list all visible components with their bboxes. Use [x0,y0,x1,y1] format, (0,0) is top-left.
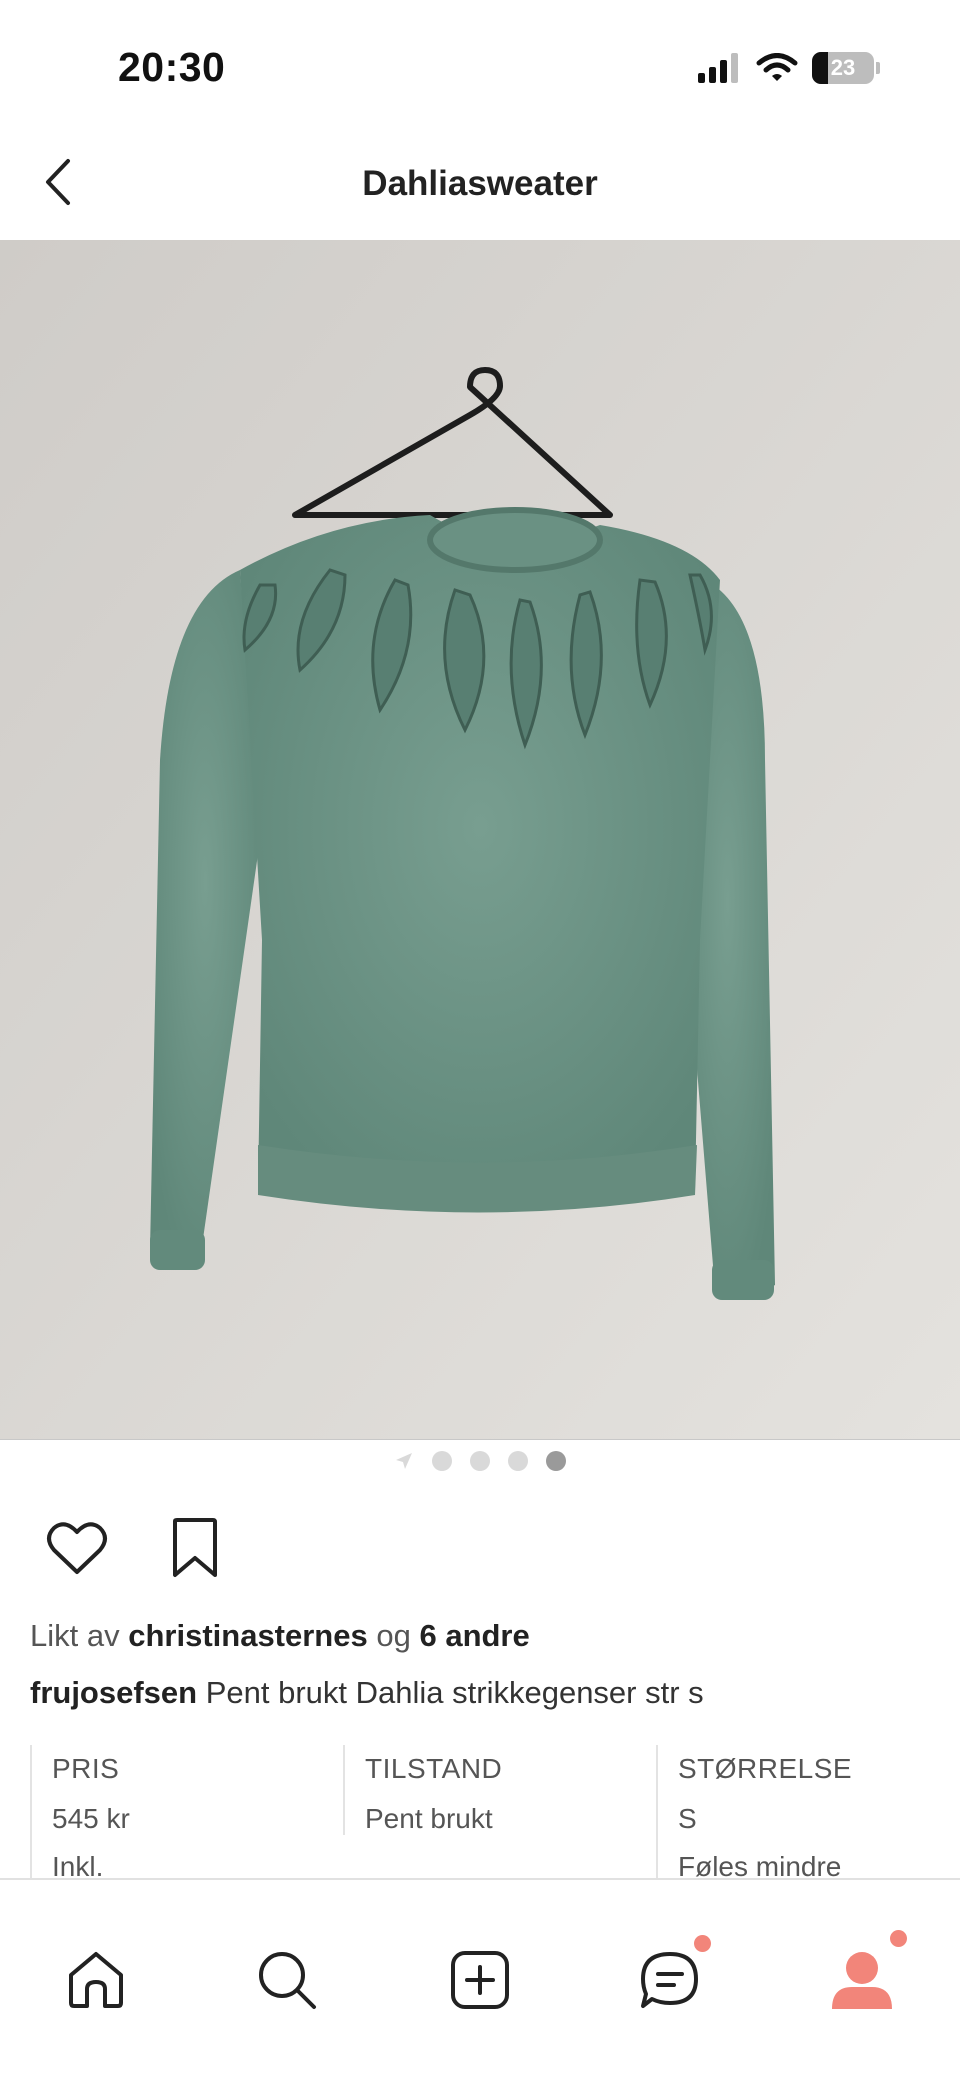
messages-badge [694,1935,711,1952]
search-icon [259,1952,316,2009]
tab-new-listing[interactable] [440,1940,520,2020]
signal-icon [698,53,738,83]
heart-icon [47,1522,107,1574]
status-time: 20:30 [118,44,226,90]
likes-others[interactable]: 6 andre [419,1618,529,1653]
battery-level: 23 [830,55,856,80]
image-pager [0,1446,960,1476]
tab-messages[interactable] [630,1935,711,2020]
status-icons: 23 [698,52,880,84]
details-grid: PRIS 545 kr Inkl. TILSTAND Pent brukt ST… [30,1745,960,1882]
size-value: S [678,1803,697,1834]
condition-value: Pent brukt [365,1803,493,1834]
detail-size: STØRRELSE S Føles mindre [656,1745,960,1882]
location-arrow-icon [396,1453,412,1469]
chat-icon [641,1952,698,2008]
profile-icon [832,1952,892,2009]
likes-conjunction: og [376,1618,411,1653]
detail-price: PRIS 545 kr Inkl. [30,1745,343,1882]
caption-text: Pent brukt Dahlia strikkegenser str s [205,1675,704,1710]
pager-dot-active[interactable] [546,1451,566,1471]
sweater-photo [0,240,960,1439]
likes-text: Likt av christinasternes og 6 andre [30,1618,530,1654]
size-label: STØRRELSE [678,1753,853,1784]
tab-profile[interactable] [822,1930,907,2020]
profile-badge [890,1930,907,1947]
bookmark-icon [173,1518,217,1577]
liked-by-user[interactable]: christinasternes [128,1618,368,1653]
add-icon [451,1951,509,2009]
pager-dot[interactable] [508,1451,528,1471]
likes-prefix: Likt av [30,1618,120,1653]
tab-search[interactable] [247,1940,327,2020]
home-icon [69,1952,123,2008]
product-image[interactable] [0,240,960,1440]
bottom-tab-bar [0,1878,960,2081]
price-value: 545 kr [52,1803,130,1834]
price-label: PRIS [52,1753,120,1784]
like-button[interactable] [44,1515,110,1581]
save-button[interactable] [162,1515,228,1581]
action-row [44,1515,228,1581]
seller-username[interactable]: frujosefsen [30,1675,197,1710]
condition-label: TILSTAND [365,1753,503,1784]
nav-header: Dahliasweater [0,130,960,240]
pager-dot[interactable] [432,1451,452,1471]
battery-icon: 23 [812,52,874,84]
caption: frujosefsen Pent brukt Dahlia strikkegen… [30,1675,704,1711]
status-bar: 20:30 23 [0,0,960,130]
detail-condition: TILSTAND Pent brukt [343,1745,656,1835]
wifi-icon [756,53,798,81]
pager-dot[interactable] [470,1451,490,1471]
tab-home[interactable] [56,1940,136,2020]
page-title: Dahliasweater [362,164,598,203]
